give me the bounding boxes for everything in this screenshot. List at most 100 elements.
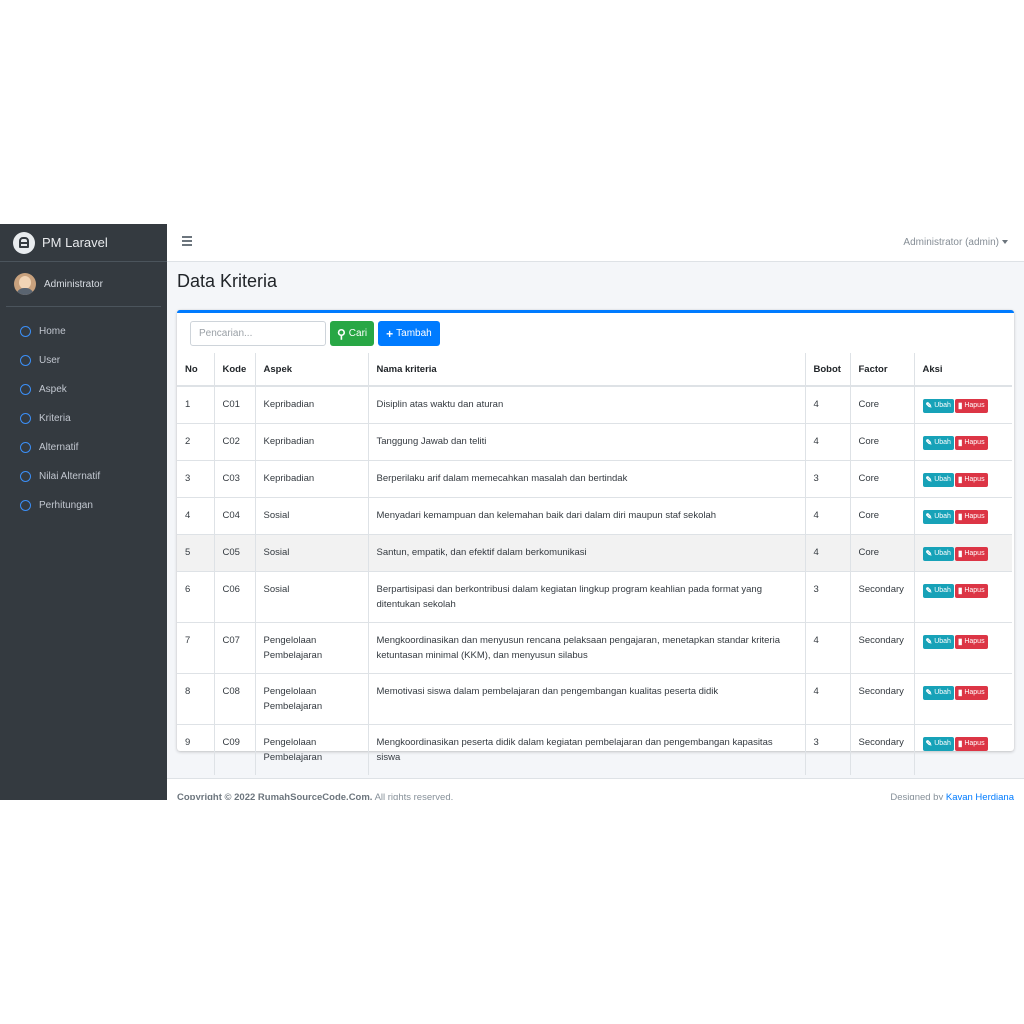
brand-logo-icon	[13, 231, 35, 254]
sidebar-item-label: Home	[39, 326, 66, 337]
column-header-aspek: Aspek	[255, 353, 369, 387]
cell-nama: Menyadari kemampuan dan kelemahan baik d…	[368, 497, 806, 535]
table-row: 7 C07 Pengelolaan Pembelajaran Mengkoord…	[177, 622, 1012, 674]
cell-no: 1	[177, 385, 215, 424]
cell-aspek: Pengelolaan Pembelajaran	[255, 724, 369, 775]
delete-button[interactable]: ▮ Hapus	[954, 736, 988, 751]
table-row: 3 C03 Kepribadian Berperilaku arif dalam…	[177, 460, 1012, 498]
sidebar-item-label: User	[39, 355, 61, 366]
delete-button[interactable]: ▮ Hapus	[954, 546, 988, 561]
delete-button[interactable]: ▮ Hapus	[954, 509, 988, 524]
footer-copyright: Copyright © 2022 RumahSourceCode.Com. Al…	[177, 792, 453, 800]
cell-factor: Secondary	[850, 571, 915, 623]
delete-button-label: Hapus	[964, 587, 985, 594]
edit-button[interactable]: ✎ Ubah	[922, 435, 954, 450]
sidebar-item-user[interactable]: User	[0, 346, 167, 375]
hamburger-menu-icon[interactable]	[182, 236, 192, 248]
footer: Copyright © 2022 RumahSourceCode.Com. Al…	[167, 778, 1024, 800]
cell-nama: Mengkoordinasikan peserta didik dalam ke…	[368, 724, 806, 775]
cell-bobot: 3	[805, 460, 851, 498]
cell-bobot: 4	[805, 385, 851, 424]
footer-rights-text: All rights reserved.	[372, 792, 454, 800]
brand-text: PM Laravel	[42, 235, 108, 250]
edit-button-label: Ubah	[934, 638, 951, 645]
edit-icon: ✎	[925, 512, 933, 521]
sidebar-item-home[interactable]: Home	[0, 317, 167, 346]
delete-button[interactable]: ▮ Hapus	[954, 583, 988, 598]
cell-factor: Secondary	[850, 724, 915, 775]
cell-bobot: 4	[805, 423, 851, 461]
column-header-aksi: Aksi	[914, 353, 1012, 387]
search-button[interactable]: ⚲ Cari	[330, 321, 375, 346]
cell-nama: Santun, empatik, dan efektif dalam berko…	[368, 534, 806, 572]
delete-button-label: Hapus	[964, 740, 985, 747]
cell-kode: C07	[214, 622, 256, 674]
table-row: 8 C08 Pengelolaan Pembelajaran Memotivas…	[177, 673, 1012, 725]
app-window: PM Laravel Administrator Home User Aspek…	[0, 224, 1024, 800]
add-button-label: Tambah	[396, 328, 432, 339]
column-header-factor: Factor	[850, 353, 915, 387]
delete-button[interactable]: ▮ Hapus	[954, 398, 988, 413]
edit-icon: ✎	[925, 739, 933, 748]
edit-button[interactable]: ✎ Ubah	[922, 634, 954, 649]
cell-kode: C08	[214, 673, 256, 725]
caret-down-icon	[1002, 240, 1008, 245]
delete-button[interactable]: ▮ Hapus	[954, 634, 988, 649]
cell-no: 3	[177, 460, 215, 498]
trash-icon: ▮	[957, 549, 963, 558]
circle-icon	[20, 384, 31, 395]
search-icon: ⚲	[337, 326, 346, 341]
edit-button[interactable]: ✎ Ubah	[922, 509, 954, 524]
trash-icon: ▮	[957, 512, 963, 521]
cell-factor: Secondary	[850, 673, 915, 725]
designer-link[interactable]: Kavan Herdiana	[946, 792, 1014, 800]
cell-actions: ✎ Ubah ▮ Hapus	[914, 385, 1012, 424]
delete-button-label: Hapus	[964, 689, 985, 696]
cell-aspek: Pengelolaan Pembelajaran	[255, 622, 369, 674]
delete-button[interactable]: ▮ Hapus	[954, 472, 988, 487]
cell-actions: ✎ Ubah ▮ Hapus	[914, 423, 1012, 461]
edit-button[interactable]: ✎ Ubah	[922, 736, 954, 751]
cell-no: 6	[177, 571, 215, 623]
table-header-row: No Kode Aspek Nama kriteria Bobot Factor…	[177, 353, 1012, 387]
user-dropdown[interactable]: Administrator (admin)	[903, 237, 1008, 248]
edit-button[interactable]: ✎ Ubah	[922, 546, 954, 561]
cell-no: 7	[177, 622, 215, 674]
table-row-hovered: 5 C05 Sosial Santun, empatik, dan efekti…	[177, 534, 1012, 572]
edit-button[interactable]: ✎ Ubah	[922, 583, 954, 598]
add-button[interactable]: + Tambah	[378, 321, 440, 346]
delete-button[interactable]: ▮ Hapus	[954, 435, 988, 450]
sidebar-item-label: Aspek	[39, 384, 67, 395]
sidebar-item-alternatif[interactable]: Alternatif	[0, 433, 167, 462]
cell-no: 2	[177, 423, 215, 461]
cell-factor: Core	[850, 534, 915, 572]
cell-no: 4	[177, 497, 215, 535]
circle-icon	[20, 355, 31, 366]
edit-icon: ✎	[925, 401, 933, 410]
sidebar-item-kriteria[interactable]: Kriteria	[0, 404, 167, 433]
edit-icon: ✎	[925, 637, 933, 646]
edit-button-label: Ubah	[934, 689, 951, 696]
cell-actions: ✎ Ubah ▮ Hapus	[914, 534, 1012, 572]
sidebar-item-perhitungan[interactable]: Perhitungan	[0, 491, 167, 520]
cell-kode: C05	[214, 534, 256, 572]
cell-aspek: Sosial	[255, 571, 369, 623]
cell-factor: Core	[850, 423, 915, 461]
sidebar-item-aspek[interactable]: Aspek	[0, 375, 167, 404]
search-input[interactable]	[190, 321, 326, 346]
edit-button[interactable]: ✎ Ubah	[922, 685, 954, 700]
user-panel[interactable]: Administrator	[6, 262, 161, 307]
kriteria-table: No Kode Aspek Nama kriteria Bobot Factor…	[177, 353, 1012, 775]
cell-bobot: 4	[805, 497, 851, 535]
delete-button[interactable]: ▮ Hapus	[954, 685, 988, 700]
trash-icon: ▮	[957, 586, 963, 595]
edit-button[interactable]: ✎ Ubah	[922, 398, 954, 413]
column-header-no: No	[177, 353, 215, 387]
edit-icon: ✎	[925, 475, 933, 484]
footer-credits: Designed by Kavan Herdiana	[890, 792, 1014, 800]
sidebar-item-nilai-alternatif[interactable]: Nilai Alternatif	[0, 462, 167, 491]
cell-aspek: Kepribadian	[255, 385, 369, 424]
edit-button[interactable]: ✎ Ubah	[922, 472, 954, 487]
brand-link[interactable]: PM Laravel	[0, 224, 167, 262]
cell-aspek: Kepribadian	[255, 460, 369, 498]
